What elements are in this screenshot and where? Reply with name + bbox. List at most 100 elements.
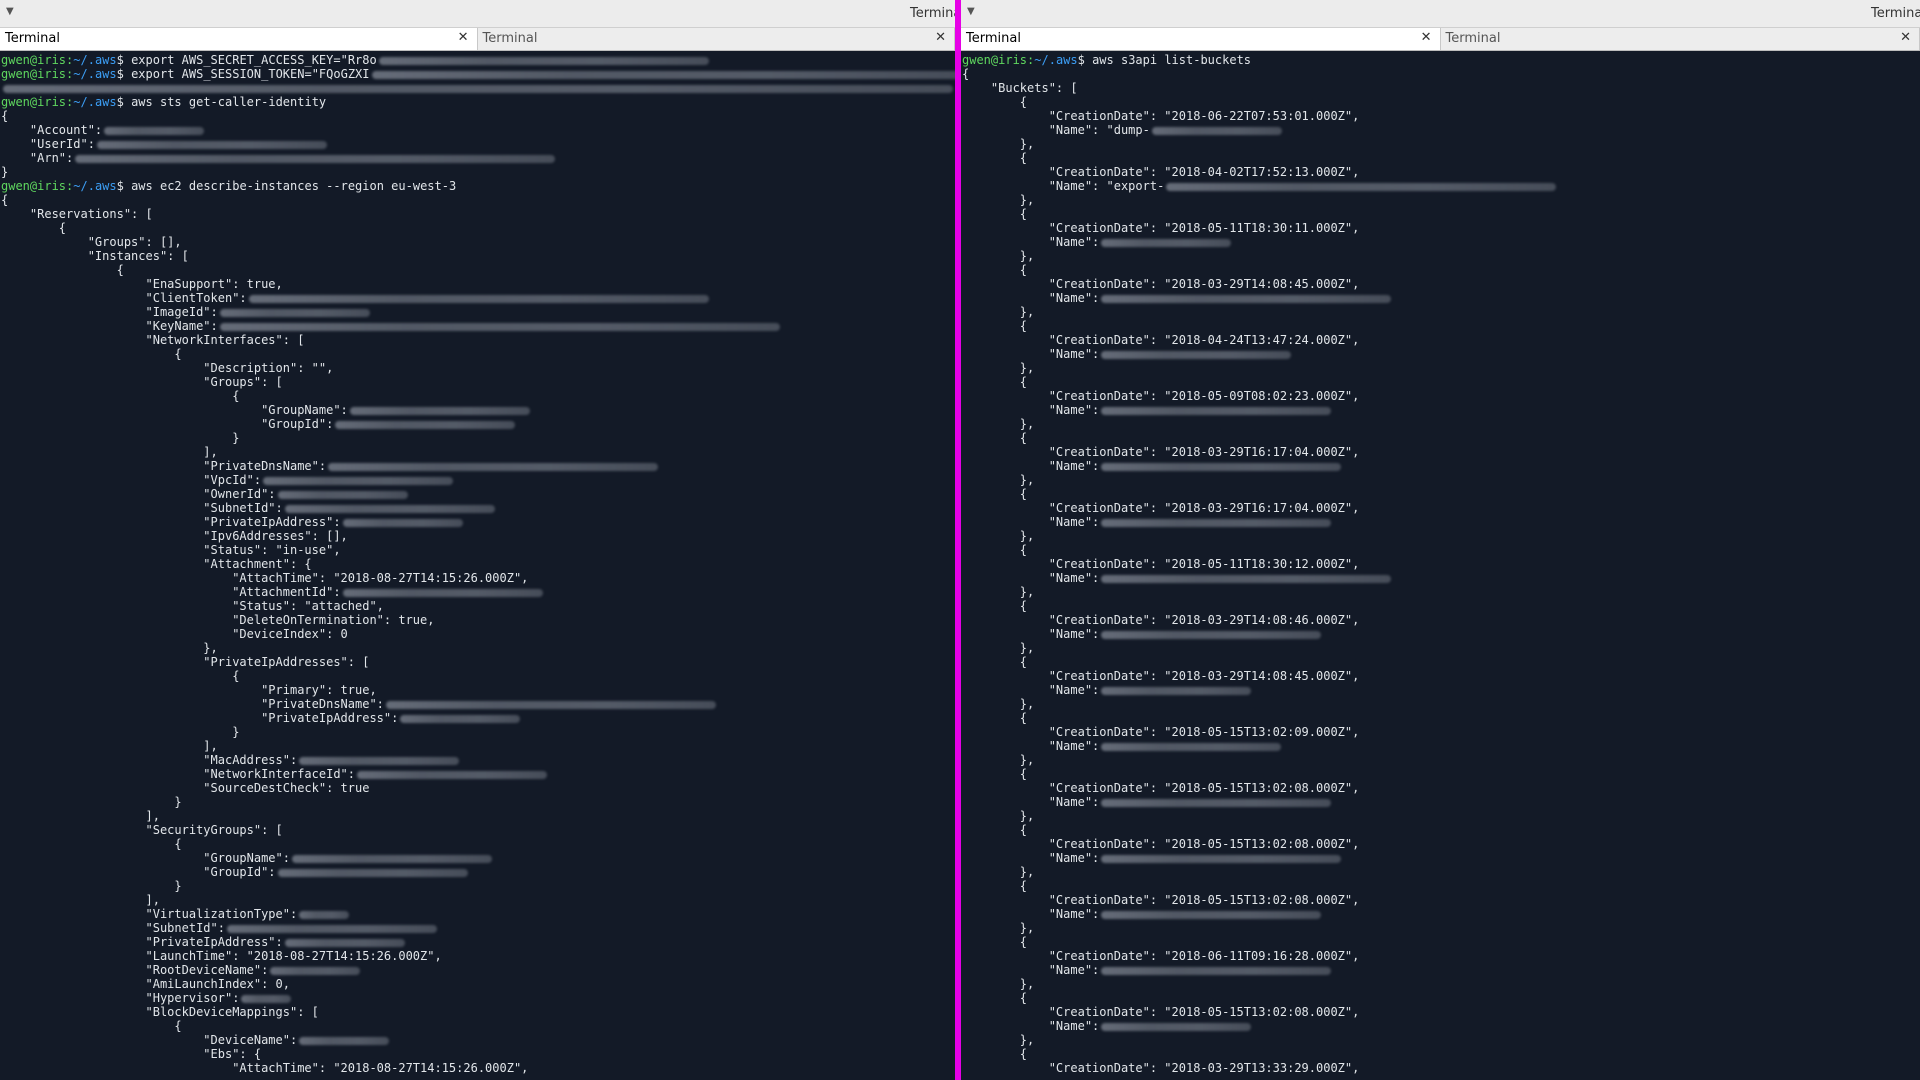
redacted-value	[299, 1036, 390, 1045]
terminal-output-line: "PrivateDnsName":	[1, 459, 955, 473]
output-text: "Name":	[962, 683, 1100, 697]
terminal-output-line: "PrivateIpAddress":	[1, 515, 955, 529]
output-text: ],	[1, 893, 160, 907]
terminal-output-line: "CreationDate": "2018-06-11T09:16:28.000…	[962, 949, 1920, 963]
terminal-output-line: "AttachmentId":	[1, 585, 955, 599]
output-text: {	[962, 991, 1028, 1005]
terminal-prompt-line: gwen@iris:~/.aws$ export AWS_SESSION_TOK…	[1, 67, 955, 81]
output-text: {	[962, 879, 1028, 893]
redacted-value	[284, 504, 495, 513]
command-text: export AWS_SECRET_ACCESS_KEY="Rr8o	[131, 53, 377, 67]
output-text: "Buckets": [	[962, 81, 1078, 95]
terminal-output-line: "Hypervisor":	[1, 991, 955, 1005]
terminal-output-line: }	[1, 879, 955, 893]
terminal-output-line: }	[1, 165, 955, 179]
redacted-value	[75, 154, 556, 163]
tab-label: Terminal	[966, 31, 1021, 46]
tab-bar: Terminal ✕ Terminal ✕	[961, 28, 1920, 51]
tab-terminal-2[interactable]: Terminal ✕	[477, 28, 955, 50]
output-text: "Primary": true,	[1, 683, 377, 697]
output-text: "AttachmentId":	[1, 585, 341, 599]
tab-terminal-1[interactable]: Terminal ✕	[0, 28, 478, 50]
terminal-window-right: ▼ Terminal Terminal ✕ Terminal ✕ gwen@ir…	[961, 0, 1920, 1080]
terminal-output-line: "Name":	[962, 515, 1920, 529]
output-text: "CreationDate": "2018-05-15T13:02:08.000…	[962, 893, 1360, 907]
redacted-value	[1101, 238, 1232, 247]
terminal-output-line: "Groups": [	[1, 375, 955, 389]
output-text: "Name":	[962, 1019, 1100, 1033]
terminal-output-line: "NetworkInterfaces": [	[1, 333, 955, 347]
output-text: {	[962, 67, 970, 81]
terminal-output-line: },	[962, 249, 1920, 263]
terminal-output-line: {	[962, 431, 1920, 445]
terminal-prompt-line: gwen@iris:~/.aws$ aws s3api list-buckets	[962, 53, 1920, 67]
terminal-output-line: {	[1, 1019, 955, 1033]
terminal-output-line: {	[1, 221, 955, 235]
output-text: "SubnetId":	[1, 501, 283, 515]
output-text: "GroupName":	[1, 851, 290, 865]
terminal-output-line: "CreationDate": "2018-04-02T17:52:13.000…	[962, 165, 1920, 179]
terminal-output[interactable]: gwen@iris:~/.aws$ aws s3api list-buckets…	[961, 51, 1920, 1075]
output-text: {	[962, 431, 1028, 445]
window-menu-icon[interactable]: ▼	[6, 6, 14, 17]
prompt-symbol: $	[1077, 53, 1093, 67]
prompt-user: gwen@iris	[1, 67, 67, 81]
output-text: "Name":	[962, 291, 1100, 305]
close-tab-icon[interactable]: ✕	[1421, 30, 1432, 45]
output-text: "EnaSupport": true,	[1, 277, 283, 291]
redacted-value	[248, 294, 709, 303]
terminal-output-line: "Name":	[962, 907, 1920, 921]
close-tab-icon[interactable]: ✕	[458, 30, 469, 45]
output-text: }	[1, 795, 182, 809]
command-text: aws s3api list-buckets	[1092, 53, 1252, 67]
terminal-output-line: {	[962, 1047, 1920, 1061]
terminal-output-line: },	[962, 585, 1920, 599]
terminal-output-line: "Name": "dump-	[962, 123, 1920, 137]
close-tab-icon[interactable]: ✕	[1900, 30, 1911, 45]
prompt-symbol: $	[116, 53, 132, 67]
terminal-output-line: "Name":	[962, 851, 1920, 865]
output-text: },	[962, 977, 1035, 991]
tab-label: Terminal	[482, 31, 538, 46]
terminal-output-line: "BlockDeviceMappings": [	[1, 1005, 955, 1019]
output-text: {	[962, 95, 1028, 109]
output-text: {	[1, 193, 9, 207]
redacted-value	[1101, 798, 1332, 807]
terminal-output-line: "Name": "export-	[962, 179, 1920, 193]
output-text: ],	[1, 445, 218, 459]
terminal-output-line: {	[962, 487, 1920, 501]
terminal-output-line: {	[962, 151, 1920, 165]
output-text: "PrivateIpAddress":	[1, 711, 399, 725]
tab-terminal-2[interactable]: Terminal ✕	[1440, 28, 1920, 50]
redacted-value	[342, 518, 463, 527]
output-text: "Description": "",	[1, 361, 334, 375]
output-text: },	[962, 585, 1035, 599]
output-text: "Arn":	[1, 151, 74, 165]
terminal-output-line: {	[1, 193, 955, 207]
redacted-value	[1101, 350, 1292, 359]
terminal-output-line	[1, 81, 955, 95]
output-text: "DeviceIndex": 0	[1, 627, 348, 641]
window-menu-icon[interactable]: ▼	[967, 6, 975, 17]
output-text: "CreationDate": "2018-03-29T14:08:45.000…	[962, 277, 1360, 291]
output-text: "CreationDate": "2018-06-11T09:16:28.000…	[962, 949, 1360, 963]
redacted-value	[219, 308, 370, 317]
terminal-output-line: "Name":	[962, 291, 1920, 305]
terminal-output-line: },	[962, 137, 1920, 151]
redacted-value	[291, 854, 492, 863]
output-text: "Name":	[962, 795, 1100, 809]
output-text: {	[962, 151, 1028, 165]
terminal-output[interactable]: gwen@iris:~/.aws$ export AWS_SECRET_ACCE…	[0, 51, 955, 1075]
output-text: {	[962, 599, 1028, 613]
output-text: },	[962, 529, 1035, 543]
output-text: },	[962, 809, 1035, 823]
prompt-symbol: $	[116, 67, 132, 81]
prompt-user: gwen@iris	[1, 95, 67, 109]
redacted-value	[385, 700, 716, 709]
output-text: }	[1, 165, 9, 179]
terminal-output-line: }	[1, 431, 955, 445]
tab-terminal-1[interactable]: Terminal ✕	[961, 28, 1441, 50]
close-tab-icon[interactable]: ✕	[935, 30, 946, 45]
output-text: "Name":	[962, 515, 1100, 529]
output-text: "GroupId":	[1, 865, 276, 879]
